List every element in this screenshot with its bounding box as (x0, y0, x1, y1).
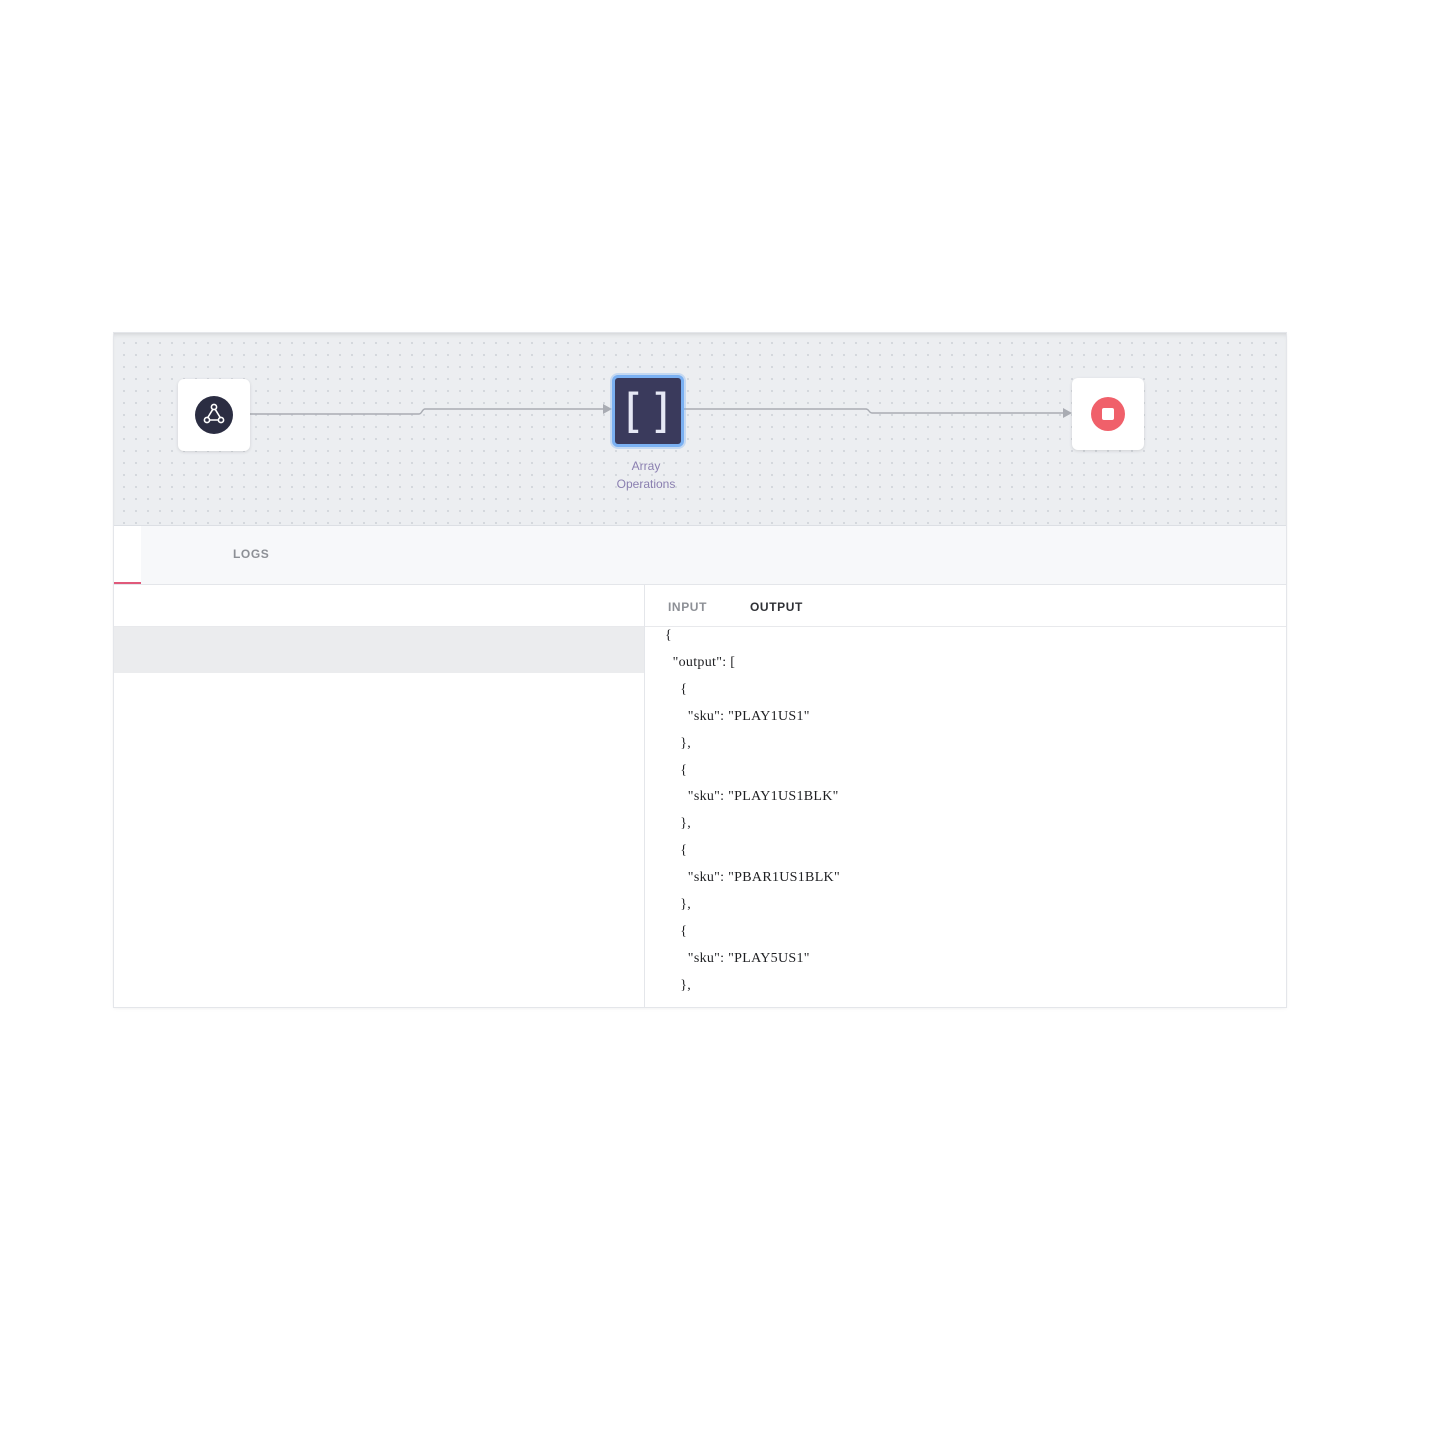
output-json-viewer[interactable]: { "output": [ { "sku": "PLAY1US1" }, { "… (665, 623, 840, 1000)
stop-icon (1091, 397, 1125, 431)
edge-arrow-array (603, 404, 612, 414)
tab-active[interactable] (114, 526, 141, 584)
tab-logs[interactable]: LOGS (233, 547, 269, 561)
tab-input[interactable]: INPUT (668, 600, 707, 614)
workflow-app: [] Array Operations LOGS INPUT OUTPUT { … (114, 333, 1286, 1007)
node-label-line-2: Operations (616, 477, 676, 491)
webhook-node[interactable] (178, 379, 250, 451)
edge-arrow-stop (1063, 408, 1072, 418)
tab-output[interactable]: OUTPUT (750, 600, 803, 614)
edge-webhook-to-array (250, 408, 604, 415)
array-operations-node[interactable]: [] (612, 375, 684, 447)
webhook-icon (195, 396, 233, 434)
list-item-selected[interactable] (114, 627, 644, 673)
brackets-icon: [] (618, 384, 678, 438)
flow-canvas[interactable]: [] Array Operations (114, 333, 1286, 526)
stop-node[interactable] (1072, 378, 1144, 450)
execution-list (114, 585, 645, 1007)
edge-array-to-stop (681, 408, 1064, 414)
io-panel: INPUT OUTPUT { "output": [ { "sku": "PLA… (645, 585, 1286, 1007)
execution-list-header (114, 585, 644, 627)
io-tabs: INPUT OUTPUT (645, 585, 1286, 627)
panel-tabbar: LOGS (114, 526, 1286, 585)
array-operations-label: Array Operations (586, 457, 706, 493)
node-label-line-1: Array (631, 459, 661, 473)
